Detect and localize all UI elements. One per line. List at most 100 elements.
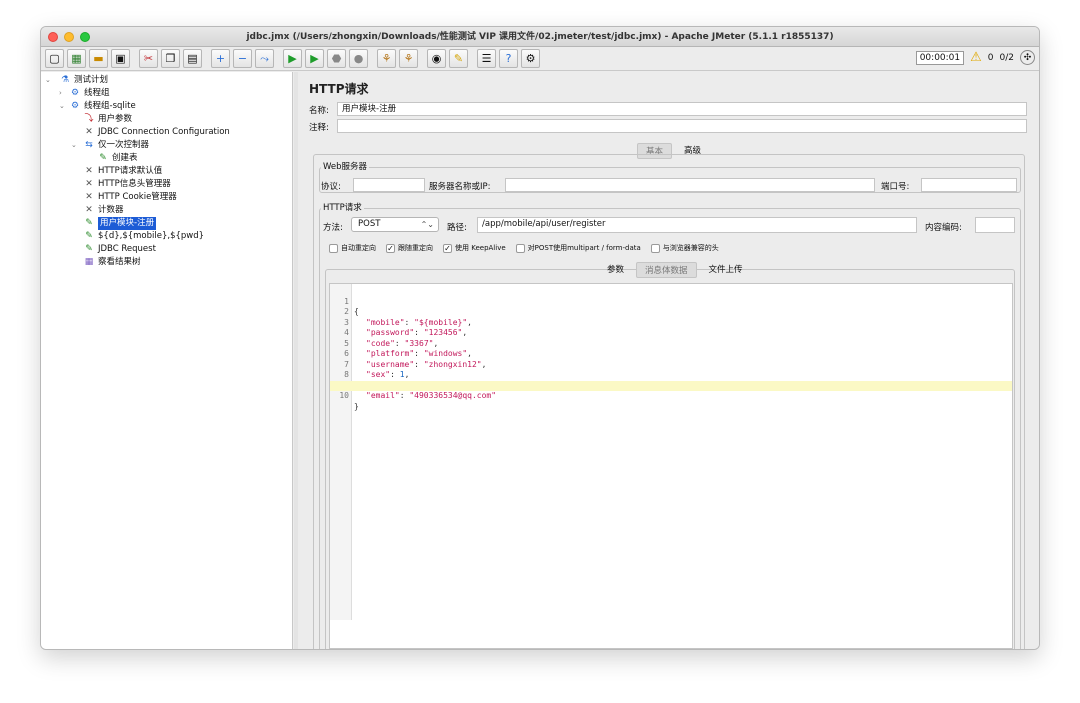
stop-button[interactable]: ⬣ [327,49,346,68]
comment-field[interactable] [337,119,1027,133]
templates-button[interactable]: ▦ [67,49,86,68]
server-field[interactable] [505,178,875,192]
path-field[interactable]: /app/mobile/api/user/register [477,217,917,233]
tree-item-http-defaults[interactable]: ✕ HTTP请求默认值 [83,165,162,178]
warning-icon[interactable]: ⚠ [970,51,982,64]
window-controls [48,32,90,42]
comment-label: 注释: [309,123,329,133]
tree-item-create-table[interactable]: ✎ 创建表 [97,152,137,165]
follow-redirect-checkbox[interactable]: ✓ 跟随重定向 [386,243,433,253]
collapse-arrow-icon[interactable]: ⌄ [45,74,51,87]
tree-item-once-controller[interactable]: ⌄ ⇆ 仅一次控制器 [71,139,149,152]
expand-all-button[interactable]: + [211,49,230,68]
clear-all-button[interactable]: ⚘ [399,49,418,68]
config-icon: ✕ [85,127,93,137]
code-line: 8 "age": 20, [344,370,414,390]
method-select[interactable]: POST ⌃⌄ [351,217,439,232]
http-request-title: HTTP请求 [321,201,364,213]
port-field[interactable] [921,178,1017,192]
help-button[interactable]: ? [499,49,518,68]
tree-item-results-tree[interactable]: ▦ 察看结果树 [83,256,141,269]
name-field[interactable]: 用户模块-注册 [337,102,1027,116]
multipart-checkbox[interactable]: 对POST使用multipart / form-data [515,243,641,253]
sampler-icon: ✎ [85,218,93,228]
auto-redirect-checkbox[interactable]: 自动重定向 [329,243,376,253]
zoom-window-button[interactable] [80,32,90,42]
save-button[interactable]: ▣ [111,49,130,68]
tree-item-test-plan[interactable]: ⌄ ⚗ 测试计划 [45,74,108,87]
browser-headers-checkbox[interactable]: 与浏览器兼容的头 [650,243,719,253]
checkmark-icon: ✓ [443,243,452,253]
tree-item-jdbc-config[interactable]: ✕ JDBC Connection Configuration [83,126,230,139]
expand-arrow-icon[interactable]: › [59,87,62,100]
controller-icon: ⇆ [85,140,93,150]
remote-button[interactable]: ⚙ [521,49,540,68]
tab-parameters[interactable]: 参数 [599,262,632,278]
cut-button[interactable]: ✂ [139,49,158,68]
protocol-label: 协议: [321,182,341,192]
path-label: 路径: [447,223,467,233]
reset-search-button[interactable]: ✎ [449,49,468,68]
thread-group-icon: ⚙ [70,88,80,98]
warning-count: 0 [987,52,994,63]
minimize-window-button[interactable] [64,32,74,42]
body-data-editor[interactable]: 1 { 2 "mobile": "${mobile}", 3 "password… [329,283,1013,649]
keepalive-checkbox[interactable]: ✓ 使用 KeepAlive [443,243,506,253]
config-icon: ✕ [85,192,93,202]
tree-item-user-parameters[interactable]: ⤵ 用户参数 [83,113,132,126]
chevron-updown-icon: ⌃⌄ [420,220,434,229]
tree-item-user-register[interactable]: ✎ 用户模块-注册 [83,217,157,230]
checkbox-box [329,243,338,253]
config-icon: ✕ [85,205,93,215]
toggle-button[interactable]: ⤳ [255,49,274,68]
tree-item-cookie-manager[interactable]: ✕ HTTP Cookie管理器 [83,191,177,204]
checkbox-box [515,243,525,253]
tab-file-upload[interactable]: 文件上传 [701,262,751,278]
tree-item-jdbc-request[interactable]: ✎ JDBC Request [83,243,156,256]
http-request-panel: HTTP请求 名称: 用户模块-注册 注释: 基本 高级 Web服务器 协议: … [299,72,1039,649]
paste-button[interactable]: ▤ [183,49,202,68]
config-icon: ✕ [85,179,93,189]
code-line: 1 { [344,296,359,317]
open-file-button[interactable]: ▬ [89,49,108,68]
sampler-icon: ✎ [85,231,93,241]
pre-processor-icon: ⤵ [84,114,94,124]
tree-item-debug-sampler[interactable]: ✎ ${d},${mobile},${pwd} [83,230,204,243]
sampler-icon: ✎ [85,244,93,254]
flask-icon: ⚗ [60,75,70,85]
collapse-arrow-icon[interactable]: ⌄ [71,139,77,152]
protocol-field[interactable] [353,178,425,192]
close-window-button[interactable] [48,32,58,42]
start-no-pauses-button[interactable]: ▶ [305,49,324,68]
elapsed-timer: 00:00:01 [915,50,965,65]
checkmark-icon: ✓ [386,243,395,253]
encoding-field[interactable] [975,217,1015,233]
tab-body-data[interactable]: 消息体数据 [636,262,697,278]
tree-item-thread-group[interactable]: › ⚙ 线程组 [59,87,110,100]
code-line: 5 "platform": "windows", [344,338,472,359]
new-file-button[interactable]: ▢ [45,49,64,68]
tree-item-thread-group-sqlite[interactable]: ⌄ ⚙ 线程组-sqlite [59,100,136,113]
function-helper-button[interactable]: ☰ [477,49,496,68]
search-icon[interactable]: ◉ [427,49,446,68]
start-button[interactable]: ▶ [283,49,302,68]
config-icon: ✕ [85,166,93,176]
thread-ratio: 0/2 [999,52,1014,63]
jmeter-window: jdbc.jmx (/Users/zhongxin/Downloads/性能测试… [40,26,1040,650]
collapse-arrow-icon[interactable]: ⌄ [59,100,65,113]
clear-button[interactable]: ⚘ [377,49,396,68]
split-pane-divider[interactable] [294,72,298,649]
remote-status-icon[interactable]: ✣ [1020,50,1035,65]
shutdown-button[interactable]: ● [349,49,368,68]
window-title: jdbc.jmx (/Users/zhongxin/Downloads/性能测试… [246,32,834,42]
tree-item-header-manager[interactable]: ✕ HTTP信息头管理器 [83,178,171,191]
tree-item-counter[interactable]: ✕ 计数器 [83,204,123,217]
current-code-line: 10 } [330,380,1012,411]
server-label: 服务器名称或IP: [429,182,491,192]
options-row: 自动重定向 ✓ 跟随重定向 ✓ 使用 KeepAlive 对POST使用mult… [329,243,719,253]
listener-icon: ▦ [84,257,94,267]
collapse-all-button[interactable]: − [233,49,252,68]
port-label: 端口号: [881,182,910,192]
status-area: 00:00:01 ⚠ 0 0/2 ✣ [915,50,1035,65]
copy-button[interactable]: ❐ [161,49,180,68]
